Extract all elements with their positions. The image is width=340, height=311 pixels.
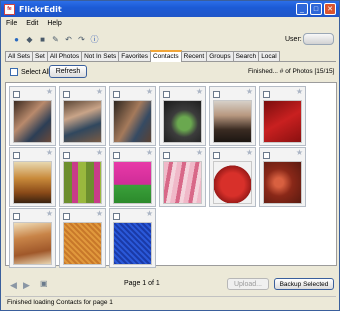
user-label: User: (285, 36, 302, 43)
earth-icon[interactable]: ● (11, 34, 22, 45)
star-icon[interactable]: ★ (196, 88, 203, 96)
menu-help[interactable]: Help (47, 20, 61, 27)
maximize-button[interactable]: □ (310, 3, 322, 15)
photo-checkbox[interactable] (63, 91, 70, 98)
undo-icon[interactable]: ↶ (63, 34, 74, 45)
menu-edit[interactable]: Edit (26, 20, 38, 27)
window-title: FlickrEdit (19, 4, 62, 14)
app-window: fe FlickrEdit _ □ ✕ File Edit Help ● ◆ ■… (0, 0, 340, 311)
photo-thumb[interactable]: ★ (259, 147, 306, 207)
upload-button[interactable]: Upload... (227, 278, 269, 290)
photo-checkbox[interactable] (63, 152, 70, 159)
photo-image (63, 161, 102, 204)
close-button[interactable]: ✕ (324, 3, 336, 15)
photo-image (63, 100, 102, 143)
photo-thumb[interactable]: ★ (9, 147, 56, 207)
backup-selected-button[interactable]: Backup Selected (274, 278, 334, 290)
photo-thumb[interactable]: ★ (109, 208, 156, 268)
photo-image (163, 100, 202, 143)
star-icon[interactable]: ★ (296, 88, 303, 96)
photo-image (113, 161, 152, 204)
star-icon[interactable]: ★ (146, 149, 153, 157)
title-bar[interactable]: fe FlickrEdit _ □ ✕ (1, 1, 339, 17)
redo-icon[interactable]: ↷ (76, 34, 87, 45)
star-icon[interactable]: ★ (46, 149, 53, 157)
photo-checkbox[interactable] (63, 213, 70, 220)
photo-thumb[interactable]: ★ (209, 147, 256, 207)
photo-thumb[interactable]: ★ (109, 86, 156, 146)
photo-checkbox[interactable] (213, 152, 220, 159)
star-icon[interactable]: ★ (46, 210, 53, 218)
menu-bar: File Edit Help (1, 17, 339, 29)
photo-image (263, 161, 302, 204)
photo-checkbox[interactable] (163, 91, 170, 98)
select-all-checkbox[interactable] (10, 68, 18, 76)
menu-file[interactable]: File (6, 20, 17, 27)
edit-icon[interactable]: ✎ (50, 34, 61, 45)
star-icon[interactable]: ★ (296, 149, 303, 157)
photo-checkbox[interactable] (113, 91, 120, 98)
photo-checkbox[interactable] (263, 152, 270, 159)
star-icon[interactable]: ★ (246, 149, 253, 157)
star-icon[interactable]: ★ (96, 88, 103, 96)
photo-image (213, 100, 252, 143)
star-icon[interactable]: ★ (96, 210, 103, 218)
photo-image (13, 222, 52, 265)
photo-image (113, 222, 152, 265)
folder-icon[interactable]: ▣ (40, 279, 48, 288)
photo-image (13, 100, 52, 143)
star-icon[interactable]: ★ (196, 149, 203, 157)
photo-image (13, 161, 52, 204)
photo-checkbox[interactable] (213, 91, 220, 98)
star-icon[interactable]: ★ (96, 149, 103, 157)
user-select[interactable] (303, 33, 334, 45)
photo-thumb[interactable]: ★ (109, 147, 156, 207)
info-icon[interactable]: ⓘ (89, 34, 100, 45)
photo-thumb[interactable]: ★ (159, 86, 206, 146)
photo-thumb[interactable]: ★ (259, 86, 306, 146)
photo-image (263, 100, 302, 143)
refresh-button[interactable]: Refresh (49, 65, 87, 78)
star-icon[interactable]: ★ (46, 88, 53, 96)
star-icon[interactable]: ★ (246, 88, 253, 96)
photo-checkbox[interactable] (163, 152, 170, 159)
photo-thumb[interactable]: ★ (59, 147, 106, 207)
photo-thumb[interactable]: ★ (59, 86, 106, 146)
photo-image (213, 161, 252, 204)
tag-icon[interactable]: ◆ (24, 34, 35, 45)
photo-image (113, 100, 152, 143)
page-indicator: Page 1 of 1 (124, 280, 160, 287)
next-page-icon[interactable]: ▶ (23, 280, 30, 291)
photo-checkbox[interactable] (13, 213, 20, 220)
photo-checkbox[interactable] (113, 213, 120, 220)
photo-thumb[interactable]: ★ (209, 86, 256, 146)
photo-grid: ★ ★ ★ ★ ★ ★ ★ ★ ★ ★ ★ ★ ★ ★ ★ (5, 82, 337, 268)
status-bar: Finished loading Contacts for page 1 (5, 296, 336, 307)
page-icon[interactable]: ■ (37, 34, 48, 45)
photo-count-status: Finished... # of Photos [15/15] (248, 68, 335, 75)
photo-thumb[interactable]: ★ (159, 147, 206, 207)
star-icon[interactable]: ★ (146, 88, 153, 96)
photo-image (163, 161, 202, 204)
photo-checkbox[interactable] (13, 152, 20, 159)
photo-checkbox[interactable] (263, 91, 270, 98)
photo-image (63, 222, 102, 265)
photo-thumb[interactable]: ★ (9, 86, 56, 146)
select-all-label: Select All (21, 68, 50, 76)
photo-checkbox[interactable] (13, 91, 20, 98)
star-icon[interactable]: ★ (146, 210, 153, 218)
photo-checkbox[interactable] (113, 152, 120, 159)
previous-page-icon[interactable]: ◀ (10, 280, 17, 291)
photo-thumb[interactable]: ★ (59, 208, 106, 268)
tab-contacts[interactable]: Contacts (149, 50, 182, 62)
select-all[interactable]: Select All (10, 68, 50, 76)
photo-thumb[interactable]: ★ (9, 208, 56, 268)
app-logo-icon: fe (4, 3, 15, 15)
minimize-button[interactable]: _ (296, 3, 308, 15)
